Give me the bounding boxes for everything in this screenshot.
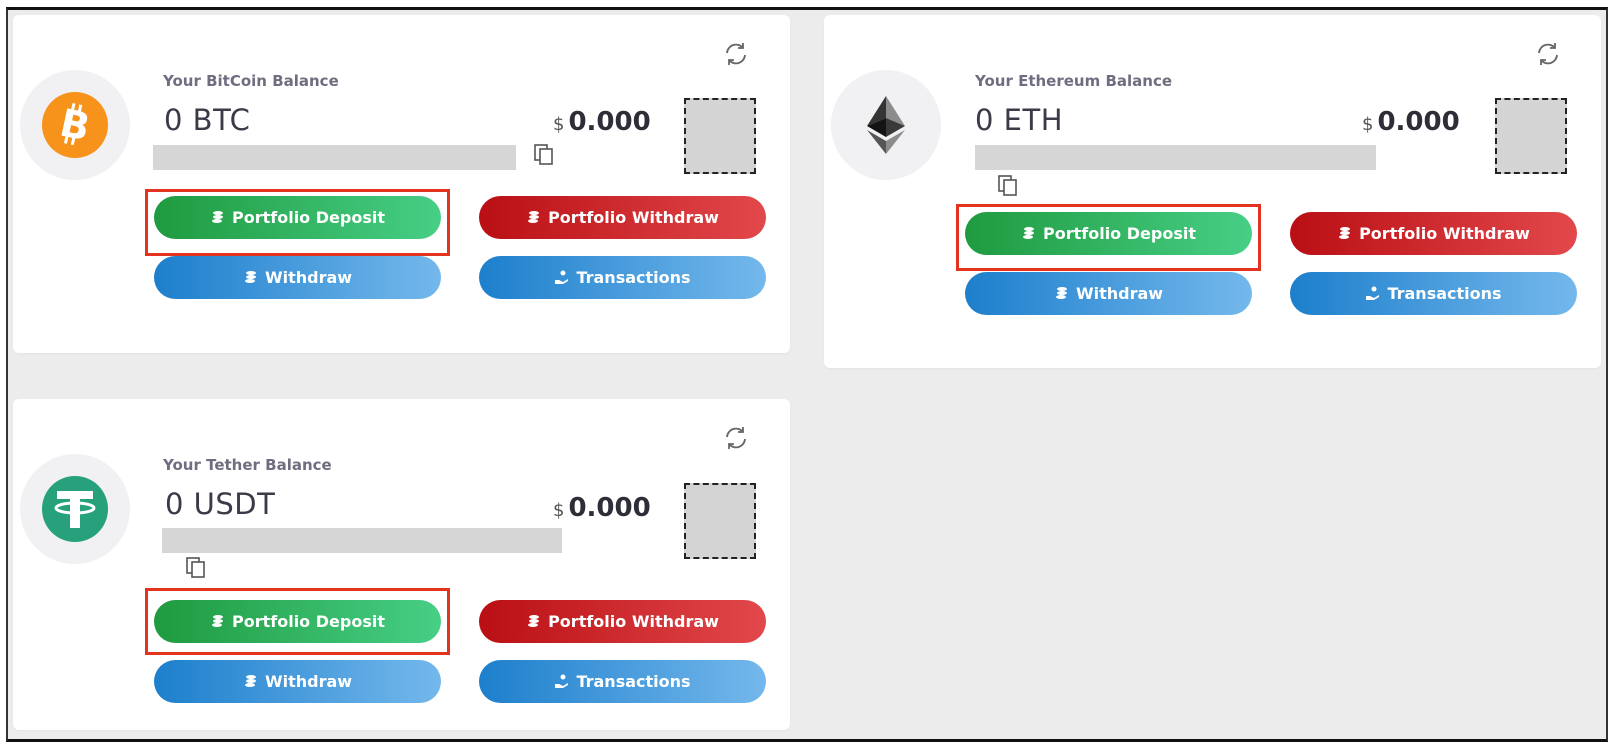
button-label: Transactions: [576, 672, 691, 691]
bitcoin-logo: B: [20, 70, 130, 180]
button-label: Portfolio Deposit: [232, 612, 385, 631]
button-label: Withdraw: [264, 268, 353, 287]
portfolio-deposit-button[interactable]: Portfolio Deposit: [965, 212, 1252, 255]
balance-title: Your Tether Balance: [163, 456, 332, 474]
refresh-icon[interactable]: [723, 41, 749, 67]
withdraw-button[interactable]: Withdraw: [154, 660, 441, 703]
coins-icon: [528, 211, 540, 223]
coins-icon: [212, 615, 223, 627]
button-label: Portfolio Withdraw: [1359, 224, 1530, 243]
usd-amount: 0.000: [1377, 107, 1460, 137]
tether-balance-card: Your Tether Balance 0 USDT $0.000 Portfo…: [13, 399, 790, 730]
button-label: Portfolio Withdraw: [548, 612, 719, 631]
button-label: Portfolio Deposit: [1043, 224, 1196, 243]
portfolio-deposit-button[interactable]: Portfolio Deposit: [154, 600, 441, 643]
transactions-button[interactable]: Transactions: [1290, 272, 1577, 315]
usd-value: $0.000: [553, 107, 651, 137]
refresh-icon[interactable]: [723, 425, 749, 451]
tether-logo: [20, 454, 130, 564]
withdraw-button[interactable]: Withdraw: [965, 272, 1252, 315]
usd-amount: 0.000: [568, 107, 651, 137]
portfolio-withdraw-button[interactable]: Portfolio Withdraw: [479, 600, 766, 643]
balance-amount: 0 BTC: [164, 103, 251, 137]
coins-icon: [1339, 227, 1351, 239]
transactions-button[interactable]: Transactions: [479, 660, 766, 703]
wallet-address: [162, 528, 562, 553]
portfolio-withdraw-button[interactable]: Portfolio Withdraw: [479, 196, 766, 239]
coins-icon: [528, 615, 540, 627]
usd-value: $0.000: [553, 493, 651, 523]
currency-symbol: $: [553, 114, 565, 135]
balance-amount: 0 ETH: [975, 103, 1064, 137]
coins-icon: [1023, 227, 1034, 239]
currency-symbol: $: [1362, 114, 1374, 135]
hand-coin-icon: [555, 270, 569, 284]
copy-icon[interactable]: [184, 556, 208, 580]
wallet-address: [975, 145, 1376, 170]
button-label: Withdraw: [1075, 284, 1164, 303]
refresh-icon[interactable]: [1535, 41, 1561, 67]
usd-amount: 0.000: [568, 493, 651, 523]
coins-icon: [244, 271, 256, 283]
bitcoin-icon: B: [42, 92, 108, 158]
button-label: Withdraw: [264, 672, 353, 691]
ethereum-icon: [867, 96, 905, 154]
qr-code: [684, 483, 756, 559]
qr-code: [684, 98, 756, 174]
ethereum-balance-card: Your Ethereum Balance 0 ETH $0.000 Portf…: [824, 15, 1601, 368]
balance-amount: 0 USDT: [165, 487, 276, 521]
button-label: Transactions: [1387, 284, 1502, 303]
coins-icon: [1055, 287, 1067, 299]
hand-coin-icon: [555, 674, 569, 688]
button-label: Portfolio Deposit: [232, 208, 385, 227]
coins-icon: [244, 675, 256, 687]
usd-value: $0.000: [1362, 107, 1460, 137]
tether-icon: [42, 476, 108, 542]
balance-title: Your Ethereum Balance: [975, 72, 1173, 90]
ethereum-logo: [831, 70, 941, 180]
currency-symbol: $: [553, 500, 565, 521]
qr-code: [1495, 98, 1567, 174]
bitcoin-balance-card: B Your BitCoin Balance 0 BTC $0.000 Port…: [13, 15, 790, 353]
coins-icon: [212, 211, 223, 223]
portfolio-deposit-button[interactable]: Portfolio Deposit: [154, 196, 441, 239]
balance-title: Your BitCoin Balance: [163, 72, 339, 90]
transactions-button[interactable]: Transactions: [479, 256, 766, 299]
copy-icon[interactable]: [996, 174, 1020, 198]
button-label: Portfolio Withdraw: [548, 208, 719, 227]
button-label: Transactions: [576, 268, 691, 287]
hand-coin-icon: [1366, 286, 1380, 300]
copy-icon[interactable]: [532, 143, 556, 167]
portfolio-withdraw-button[interactable]: Portfolio Withdraw: [1290, 212, 1577, 255]
withdraw-button[interactable]: Withdraw: [154, 256, 441, 299]
wallet-address: [153, 145, 516, 170]
